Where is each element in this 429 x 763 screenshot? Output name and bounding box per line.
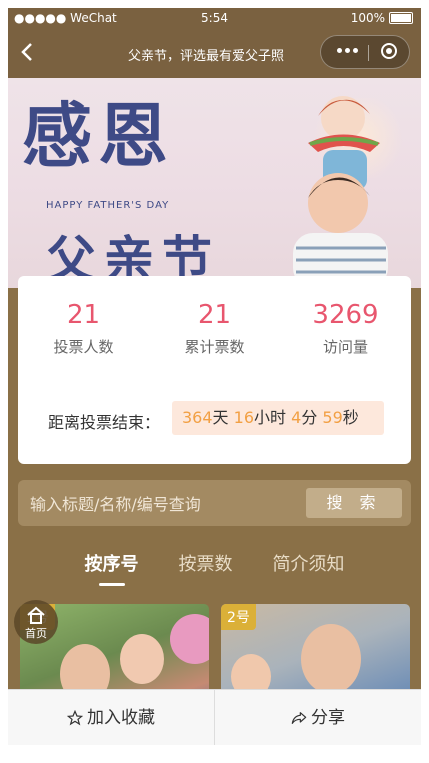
stat-value: 21: [66, 300, 101, 330]
phone-screen: ●●●●● WeChat 5:54 100% 父亲节，评选最有爱父子照 感恩 H…: [8, 8, 421, 745]
mini-program-capsule: [320, 35, 410, 69]
stat-voters: 21 投票人数: [18, 300, 149, 357]
entry-number-badge: 2号: [221, 604, 256, 630]
father-child-illustration: [293, 96, 388, 288]
share-label: 分享: [311, 708, 345, 728]
banner-image: 感恩 HAPPY FATHER'S DAY 父亲节: [8, 78, 421, 288]
page-title: 父亲节，评选最有爱父子照: [128, 49, 285, 64]
tab-by-number[interactable]: 按序号: [85, 550, 139, 586]
home-button[interactable]: 首页: [14, 600, 58, 644]
stat-votes: 21 累计票数: [149, 300, 280, 357]
stat-label: 访问量: [322, 338, 368, 356]
search-input[interactable]: [28, 490, 302, 518]
battery-icon: [389, 12, 413, 24]
search-bar: 搜 索: [18, 480, 411, 526]
banner-title: 感恩: [22, 94, 174, 177]
close-miniprogram-icon[interactable]: [381, 43, 397, 59]
star-icon: [67, 710, 83, 726]
home-label: 首页: [25, 627, 47, 640]
stat-value: 21: [197, 300, 232, 330]
nav-bar: 父亲节，评选最有爱父子照: [8, 28, 421, 78]
countdown-timer: 364天 16小时 4分 59秒: [172, 401, 384, 435]
battery-percent: 100%: [350, 11, 385, 25]
home-icon: [27, 606, 45, 624]
stats-card: 21 投票人数 21 累计票数 3269 访问量 距离投票结束： 364天 16…: [18, 276, 411, 464]
search-button[interactable]: 搜 索: [306, 488, 402, 518]
stat-visits: 3269 访问量: [280, 300, 411, 357]
countdown-label: 距离投票结束：: [48, 413, 161, 432]
stat-value: 3269: [312, 300, 379, 330]
tab-by-votes[interactable]: 按票数: [179, 550, 233, 586]
back-icon[interactable]: [16, 40, 40, 64]
bottom-bar: 加入收藏 分享: [8, 689, 421, 745]
more-icon[interactable]: [337, 48, 358, 53]
share-button[interactable]: 分享: [215, 690, 421, 745]
favorite-button[interactable]: 加入收藏: [8, 690, 214, 745]
status-bar: ●●●●● WeChat 5:54 100%: [8, 8, 421, 28]
banner-subtitle: HAPPY FATHER'S DAY: [46, 200, 170, 211]
stat-label: 投票人数: [53, 338, 114, 356]
favorite-label: 加入收藏: [87, 708, 155, 728]
stat-label: 累计票数: [184, 338, 245, 356]
tab-intro[interactable]: 简介须知: [273, 550, 345, 586]
sort-tabs: 按序号 按票数 简介须知: [8, 550, 421, 586]
share-icon: [291, 712, 307, 724]
